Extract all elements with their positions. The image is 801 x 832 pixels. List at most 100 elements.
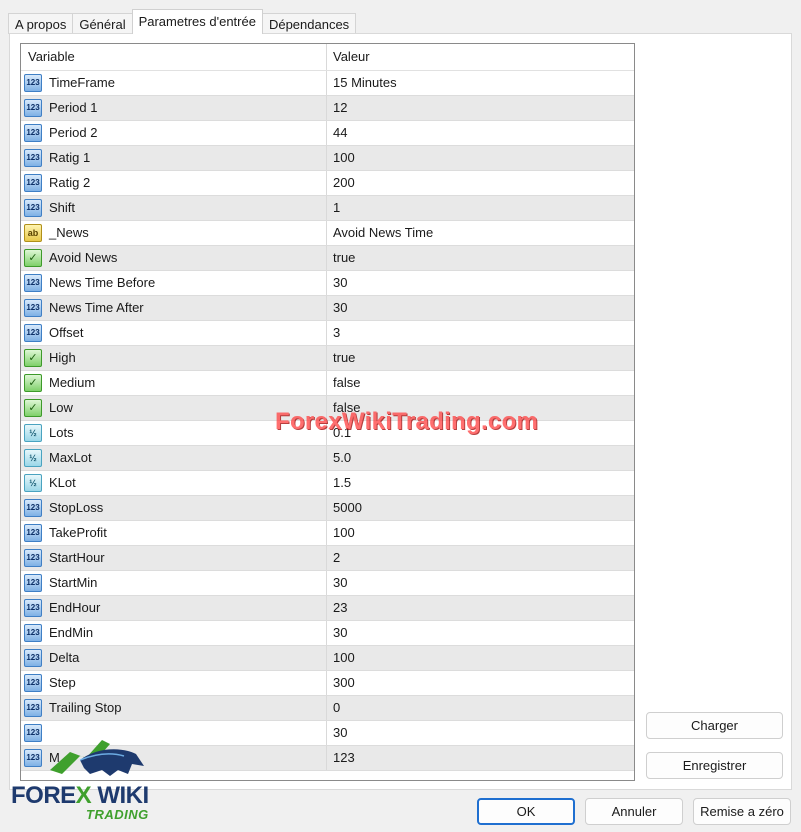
- variable-cell[interactable]: 123 Period 2: [21, 121, 327, 145]
- value-cell[interactable]: 30: [327, 296, 634, 320]
- value-cell[interactable]: 100: [327, 146, 634, 170]
- table-row[interactable]: 123 TimeFrame 15 Minutes: [21, 71, 634, 96]
- integer-type-icon: 123: [24, 124, 42, 142]
- variable-cell[interactable]: 123 Trailing Stop: [21, 696, 327, 720]
- table-row[interactable]: 123 StopLoss 5000: [21, 496, 634, 521]
- table-row[interactable]: ✓ High true: [21, 346, 634, 371]
- value-cell[interactable]: 100: [327, 521, 634, 545]
- value-cell[interactable]: 15 Minutes: [327, 71, 634, 95]
- table-row[interactable]: 123 Trailing Stop 0: [21, 696, 634, 721]
- logo-subtitle: TRADING: [86, 807, 149, 822]
- value-cell[interactable]: 2: [327, 546, 634, 570]
- value-cell[interactable]: Avoid News Time: [327, 221, 634, 245]
- variable-cell[interactable]: ✓ Avoid News: [21, 246, 327, 270]
- variable-name: Ratig 1: [49, 150, 91, 165]
- value-cell[interactable]: false: [327, 371, 634, 395]
- integer-type-icon: 123: [24, 649, 42, 667]
- variable-cell[interactable]: 123 Ratig 1: [21, 146, 327, 170]
- variable-cell[interactable]: 123 TakeProfit: [21, 521, 327, 545]
- column-header-variable[interactable]: Variable: [21, 44, 327, 70]
- value-cell[interactable]: 3: [327, 321, 634, 345]
- table-row[interactable]: 123 Step 300: [21, 671, 634, 696]
- variable-cell[interactable]: 123 Step: [21, 671, 327, 695]
- value-cell[interactable]: 30: [327, 571, 634, 595]
- variable-cell[interactable]: 123 StartMin: [21, 571, 327, 595]
- variable-cell[interactable]: 123 EndHour: [21, 596, 327, 620]
- double-type-icon: ½: [24, 474, 42, 492]
- table-row[interactable]: 123 Delta 100: [21, 646, 634, 671]
- variable-cell[interactable]: ½ KLot: [21, 471, 327, 495]
- table-row[interactable]: 123 News Time After 30: [21, 296, 634, 321]
- column-header-value[interactable]: Valeur: [327, 44, 634, 70]
- table-row[interactable]: 123 Offset 3: [21, 321, 634, 346]
- value-cell[interactable]: 12: [327, 96, 634, 120]
- load-button[interactable]: Charger: [646, 712, 783, 739]
- table-row[interactable]: 123 TakeProfit 100: [21, 521, 634, 546]
- table-row[interactable]: 123 StartHour 2: [21, 546, 634, 571]
- variable-cell[interactable]: 123 Shift: [21, 196, 327, 220]
- variable-cell[interactable]: 123 Period 1: [21, 96, 327, 120]
- variable-cell[interactable]: 123 News Time After: [21, 296, 327, 320]
- value-cell[interactable]: true: [327, 246, 634, 270]
- table-row[interactable]: 123 Ratig 1 100: [21, 146, 634, 171]
- value-cell[interactable]: 300: [327, 671, 634, 695]
- save-button[interactable]: Enregistrer: [646, 752, 783, 779]
- cancel-button[interactable]: Annuler: [585, 798, 683, 825]
- variable-cell[interactable]: 123 EndMin: [21, 621, 327, 645]
- tab-input-parameters[interactable]: Parametres d'entrée: [131, 9, 263, 34]
- tab-about[interactable]: A propos: [8, 13, 74, 34]
- value-cell[interactable]: 1.5: [327, 471, 634, 495]
- value-cell[interactable]: 5000: [327, 496, 634, 520]
- value-cell[interactable]: 100: [327, 646, 634, 670]
- table-row[interactable]: 123 Period 2 44: [21, 121, 634, 146]
- variable-cell[interactable]: ✓ High: [21, 346, 327, 370]
- table-row[interactable]: ✓ Avoid News true: [21, 246, 634, 271]
- ok-button[interactable]: OK: [477, 798, 575, 825]
- tab-dependencies[interactable]: Dépendances: [261, 13, 357, 34]
- integer-type-icon: 123: [24, 674, 42, 692]
- variable-name: TimeFrame: [49, 75, 115, 90]
- variable-cell[interactable]: 123 Offset: [21, 321, 327, 345]
- value-cell[interactable]: true: [327, 346, 634, 370]
- integer-type-icon: 123: [24, 574, 42, 592]
- variable-cell[interactable]: ½ MaxLot: [21, 446, 327, 470]
- variable-name: _News: [49, 225, 89, 240]
- reset-button[interactable]: Remise a zéro: [693, 798, 791, 825]
- variable-name: Period 1: [49, 100, 98, 115]
- value-cell[interactable]: 0: [327, 696, 634, 720]
- table-row[interactable]: 123 StartMin 30: [21, 571, 634, 596]
- table-row[interactable]: ½ MaxLot 5.0: [21, 446, 634, 471]
- variable-cell[interactable]: 123 TimeFrame: [21, 71, 327, 95]
- value-cell[interactable]: 5.0: [327, 446, 634, 470]
- variable-cell[interactable]: 123 StopLoss: [21, 496, 327, 520]
- variable-name: Trailing Stop: [49, 700, 122, 715]
- table-row[interactable]: 123 Ratig 2 200: [21, 171, 634, 196]
- variable-name: Delta: [49, 650, 80, 665]
- value-cell[interactable]: 30: [327, 621, 634, 645]
- variable-cell[interactable]: 123 Delta: [21, 646, 327, 670]
- logo-wordmark: FOREX WIKI: [11, 782, 149, 809]
- value-cell[interactable]: 44: [327, 121, 634, 145]
- table-row[interactable]: 123 News Time Before 30: [21, 271, 634, 296]
- variable-cell[interactable]: ✓ Medium: [21, 371, 327, 395]
- table-row[interactable]: 123 Shift 1: [21, 196, 634, 221]
- value-cell[interactable]: 30: [327, 721, 634, 745]
- variable-cell[interactable]: 123 News Time Before: [21, 271, 327, 295]
- table-row[interactable]: ab _News Avoid News Time: [21, 221, 634, 246]
- value-cell[interactable]: 200: [327, 171, 634, 195]
- boolean-type-icon: ✓: [24, 399, 42, 417]
- table-row[interactable]: ½ KLot 1.5: [21, 471, 634, 496]
- variable-cell[interactable]: ab _News: [21, 221, 327, 245]
- value-cell[interactable]: 23: [327, 596, 634, 620]
- variable-name: News Time After: [49, 300, 144, 315]
- variable-cell[interactable]: 123 StartHour: [21, 546, 327, 570]
- value-cell[interactable]: 1: [327, 196, 634, 220]
- table-row[interactable]: 123 EndHour 23: [21, 596, 634, 621]
- table-row[interactable]: ✓ Medium false: [21, 371, 634, 396]
- tab-general[interactable]: Général: [72, 13, 133, 34]
- table-row[interactable]: 123 Period 1 12: [21, 96, 634, 121]
- variable-cell[interactable]: 123 Ratig 2: [21, 171, 327, 195]
- value-cell[interactable]: 123: [327, 746, 634, 770]
- value-cell[interactable]: 30: [327, 271, 634, 295]
- table-row[interactable]: 123 EndMin 30: [21, 621, 634, 646]
